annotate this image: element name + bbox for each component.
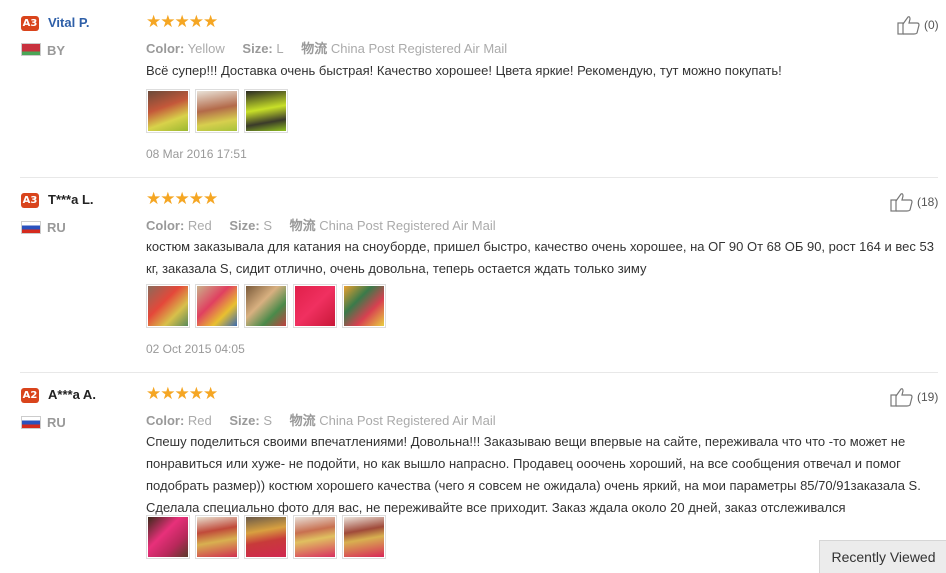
order-attributes: Color: Yellow Size: L 物流 China Post Regi…: [146, 41, 508, 56]
recently-viewed-button[interactable]: Recently Viewed: [819, 540, 946, 573]
buyer-level-badge: A2: [21, 388, 39, 403]
review-photo-thumb[interactable]: [146, 89, 190, 133]
rating-stars: ★★★★★: [146, 12, 218, 32]
country-code: RU: [47, 220, 66, 235]
review-text: костюм заказывала для катания на сноубор…: [146, 239, 934, 276]
review-photo-thumb[interactable]: [293, 515, 337, 559]
reviewer-name[interactable]: T***a L.: [48, 192, 94, 207]
review-text: Спешу поделиться своими впечатлениями! Д…: [146, 434, 921, 515]
size-value: S: [263, 218, 273, 233]
rating-stars: ★★★★★: [146, 189, 218, 209]
helpful-count: (0): [924, 18, 939, 32]
order-attributes: Color: Red Size: S 物流 China Post Registe…: [146, 413, 496, 428]
buyer-level-badge: A3: [21, 193, 39, 208]
buyer-level-badge: A3: [21, 16, 39, 31]
review-photo-thumb[interactable]: [146, 284, 190, 328]
thumbs-up-icon: [890, 388, 913, 407]
thumbs-up-icon: [890, 193, 913, 212]
review-date: 08 Mar 2016 17:51: [146, 147, 247, 161]
shipping-method: China Post Registered Air Mail: [319, 218, 496, 233]
review-photo-thumb[interactable]: [293, 284, 337, 328]
country-flag-icon: [21, 221, 41, 234]
helpful-count: (18): [917, 195, 939, 209]
review-text: Всё супер!!! Доставка очень быстрая! Кач…: [146, 63, 782, 78]
country-flag-icon: [21, 43, 41, 56]
rating-stars: ★★★★★: [146, 384, 218, 404]
review-photo-thumb[interactable]: [195, 515, 239, 559]
reviewer-name[interactable]: A***a A.: [48, 387, 96, 402]
helpful-button[interactable]: (0): [897, 15, 939, 35]
review-photo-thumb[interactable]: [342, 284, 386, 328]
helpful-button[interactable]: (18): [890, 192, 938, 212]
country-code: RU: [47, 415, 66, 430]
review-photo-thumb[interactable]: [146, 515, 190, 559]
review-date: 02 Oct 2015 04:05: [146, 342, 245, 356]
size-value: L: [276, 41, 284, 56]
country-code: BY: [47, 43, 66, 58]
helpful-button[interactable]: (19): [890, 387, 938, 407]
review-photos: [146, 284, 386, 328]
helpful-count: (19): [917, 390, 939, 404]
review-photos: [146, 515, 386, 559]
review-photo-thumb[interactable]: [342, 515, 386, 559]
review-photos: [146, 89, 288, 133]
country-flag-icon: [21, 416, 41, 429]
reviewer-name[interactable]: Vital P.: [48, 15, 89, 30]
shipping-method: China Post Registered Air Mail: [330, 41, 508, 56]
review-photo-thumb[interactable]: [244, 89, 288, 133]
review-photo-thumb[interactable]: [244, 284, 288, 328]
review-divider: [20, 177, 938, 178]
color-value: Yellow: [187, 41, 225, 56]
size-value: S: [263, 413, 273, 428]
shipping-method: China Post Registered Air Mail: [319, 413, 496, 428]
color-value: Red: [187, 413, 212, 428]
thumbs-up-icon: [897, 16, 920, 35]
order-attributes: Color: Red Size: S 物流 China Post Registe…: [146, 218, 496, 233]
color-value: Red: [187, 218, 212, 233]
review-divider: [20, 372, 938, 373]
review-photo-thumb[interactable]: [195, 284, 239, 328]
review-photo-thumb[interactable]: [244, 515, 288, 559]
review-photo-thumb[interactable]: [195, 89, 239, 133]
